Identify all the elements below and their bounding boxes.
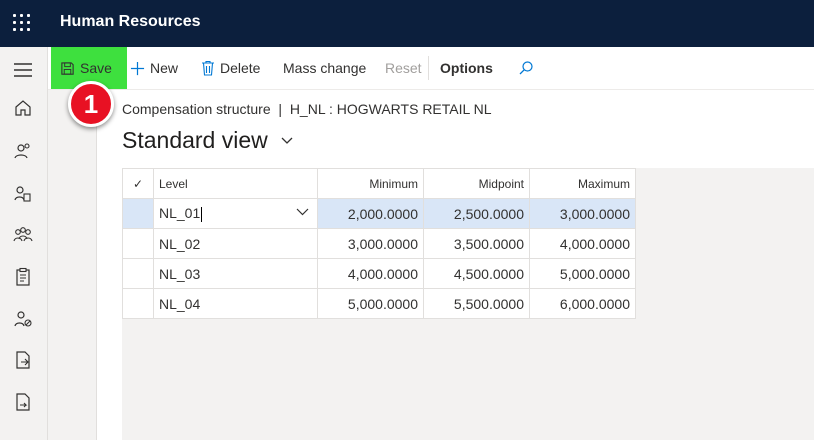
- reset-label: Reset: [385, 60, 422, 76]
- home-icon[interactable]: [12, 97, 34, 119]
- grid-header-row: ✓ Level Minimum Midpoint Maximum: [122, 168, 636, 199]
- person-document-icon[interactable]: [12, 183, 34, 205]
- level-input[interactable]: NL_01: [153, 198, 318, 229]
- row-selector[interactable]: [122, 198, 154, 229]
- cell-level[interactable]: NL_02: [153, 228, 318, 259]
- save-label: Save: [80, 60, 112, 76]
- pane-divider: [96, 120, 97, 440]
- people-icon[interactable]: [12, 140, 34, 162]
- person-block-icon[interactable]: [12, 308, 34, 330]
- step-callout-badge: 1: [68, 81, 114, 127]
- cell-midpoint[interactable]: 2,500.0000: [423, 198, 530, 229]
- delete-button[interactable]: Delete: [201, 47, 260, 89]
- breadcrumb: Compensation structure | H_NL : HOGWARTS…: [122, 101, 492, 117]
- cell-midpoint[interactable]: 5,500.0000: [423, 288, 530, 319]
- navigation-rail: [0, 47, 48, 440]
- options-tab[interactable]: Options: [440, 47, 493, 89]
- row-selector[interactable]: [122, 288, 154, 319]
- mass-change-label: Mass change: [283, 60, 367, 76]
- row-selector[interactable]: [122, 228, 154, 259]
- level-input-value: NL_01: [159, 205, 201, 222]
- column-header-midpoint[interactable]: Midpoint: [423, 168, 530, 199]
- new-label: New: [150, 60, 179, 76]
- cell-maximum[interactable]: 3,000.0000: [529, 198, 636, 229]
- cell-maximum[interactable]: 4,000.0000: [529, 228, 636, 259]
- text-cursor: [201, 206, 203, 222]
- cell-maximum[interactable]: 5,000.0000: [529, 258, 636, 289]
- column-header-level[interactable]: Level: [153, 168, 318, 199]
- document-export-icon[interactable]: [12, 349, 34, 371]
- column-header-maximum[interactable]: Maximum: [529, 168, 636, 199]
- clipboard-icon[interactable]: [12, 266, 34, 288]
- action-pane: Save New Delete Mass change Reset Option…: [48, 47, 814, 90]
- cell-midpoint[interactable]: 4,500.0000: [423, 258, 530, 289]
- save-icon: [61, 61, 74, 75]
- document-forward-icon[interactable]: [12, 391, 34, 413]
- view-selector[interactable]: Standard view: [122, 127, 268, 154]
- reset-button[interactable]: Reset: [385, 47, 422, 89]
- top-bar: Human Resources: [0, 0, 814, 47]
- filter-pane-collapsed: [48, 90, 96, 440]
- dropdown-chevron-icon[interactable]: [296, 208, 309, 216]
- cell-minimum[interactable]: 3,000.0000: [317, 228, 424, 259]
- mass-change-button[interactable]: Mass change: [283, 47, 366, 89]
- new-button[interactable]: New: [130, 47, 178, 89]
- cell-minimum[interactable]: 5,000.0000: [317, 288, 424, 319]
- search-button[interactable]: [518, 47, 539, 89]
- table-row[interactable]: NL_01 2,000.0000 2,500.0000 3,000.0000: [122, 198, 636, 229]
- row-selector[interactable]: [122, 258, 154, 289]
- cell-maximum[interactable]: 6,000.0000: [529, 288, 636, 319]
- chevron-down-icon[interactable]: [281, 137, 293, 145]
- hamburger-menu-icon[interactable]: [12, 59, 34, 81]
- cell-minimum[interactable]: 4,000.0000: [317, 258, 424, 289]
- options-label: Options: [440, 60, 493, 76]
- trash-icon: [202, 60, 214, 76]
- cell-level[interactable]: NL_04: [153, 288, 318, 319]
- table-row[interactable]: NL_03 4,000.0000 4,500.0000 5,000.0000: [122, 258, 636, 289]
- column-header-minimum[interactable]: Minimum: [317, 168, 424, 199]
- delete-label: Delete: [220, 60, 261, 76]
- app-launcher-icon[interactable]: [13, 14, 31, 32]
- search-icon: [519, 61, 533, 75]
- team-icon[interactable]: [12, 224, 34, 246]
- cell-midpoint[interactable]: 3,500.0000: [423, 228, 530, 259]
- toolbar-divider: [428, 56, 429, 80]
- app-title[interactable]: Human Resources: [60, 13, 201, 31]
- cell-minimum[interactable]: 2,000.0000: [317, 198, 424, 229]
- select-all-checkbox[interactable]: ✓: [122, 168, 154, 199]
- table-row[interactable]: NL_02 3,000.0000 3,500.0000 4,000.0000: [122, 228, 636, 259]
- levels-grid: ✓ Level Minimum Midpoint Maximum NL_01 2…: [122, 168, 636, 319]
- plus-icon: [130, 61, 145, 75]
- table-row[interactable]: NL_04 5,000.0000 5,500.0000 6,000.0000: [122, 288, 636, 319]
- cell-level[interactable]: NL_03: [153, 258, 318, 289]
